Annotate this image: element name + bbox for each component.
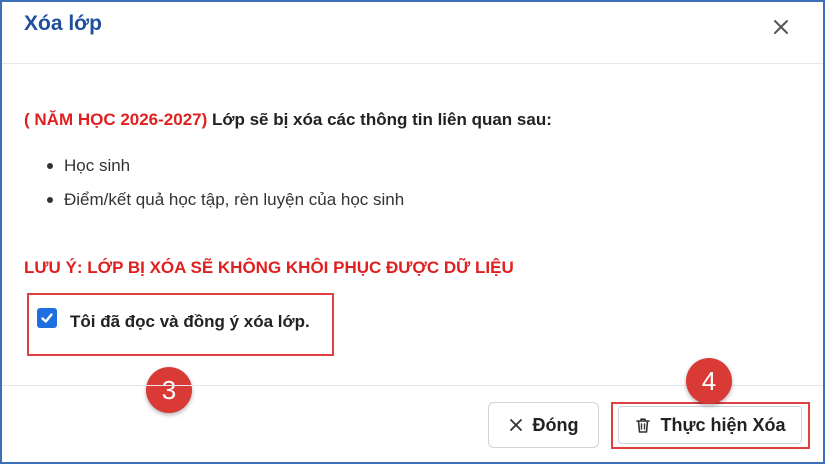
agree-label[interactable]: Tôi đã đọc và đồng ý xóa lớp.	[70, 312, 310, 332]
close-icon	[772, 18, 790, 36]
close-button[interactable]	[766, 12, 796, 42]
delete-class-dialog: Xóa lớp ( NĂM HỌC 2026-2027) Lớp sẽ bị x…	[0, 0, 825, 464]
close-dialog-label: Đóng	[532, 414, 579, 435]
warning-line: ( NĂM HỌC 2026-2027) Lớp sẽ bị xóa các t…	[24, 110, 552, 130]
x-icon	[509, 418, 523, 432]
dialog-title: Xóa lớp	[24, 12, 102, 35]
confirm-delete-label: Thực hiện Xóa	[660, 414, 786, 435]
trash-icon	[634, 416, 652, 434]
close-dialog-button[interactable]: Đóng	[488, 402, 599, 448]
affected-data-list: Học sinh Điểm/kết quả học tập, rèn luyện…	[46, 154, 404, 222]
list-item: Điểm/kết quả học tập, rèn luyện của học …	[46, 188, 404, 222]
checkmark-icon	[41, 313, 53, 323]
irreversible-note: LƯU Ý: LỚP BỊ XÓA SẼ KHÔNG KHÔI PHỤC ĐƯỢ…	[24, 258, 514, 277]
step-badge-4: 4	[686, 358, 732, 404]
dialog-header: Xóa lớp	[2, 2, 823, 64]
agree-checkbox[interactable]	[37, 308, 57, 328]
step-badge-3: 3	[146, 367, 192, 413]
warning-text: Lớp sẽ bị xóa các thông tin liên quan sa…	[212, 110, 552, 129]
confirm-delete-button[interactable]: Thực hiện Xóa	[618, 406, 802, 444]
list-item: Học sinh	[46, 154, 404, 188]
school-year-label: ( NĂM HỌC 2026-2027)	[24, 110, 208, 129]
